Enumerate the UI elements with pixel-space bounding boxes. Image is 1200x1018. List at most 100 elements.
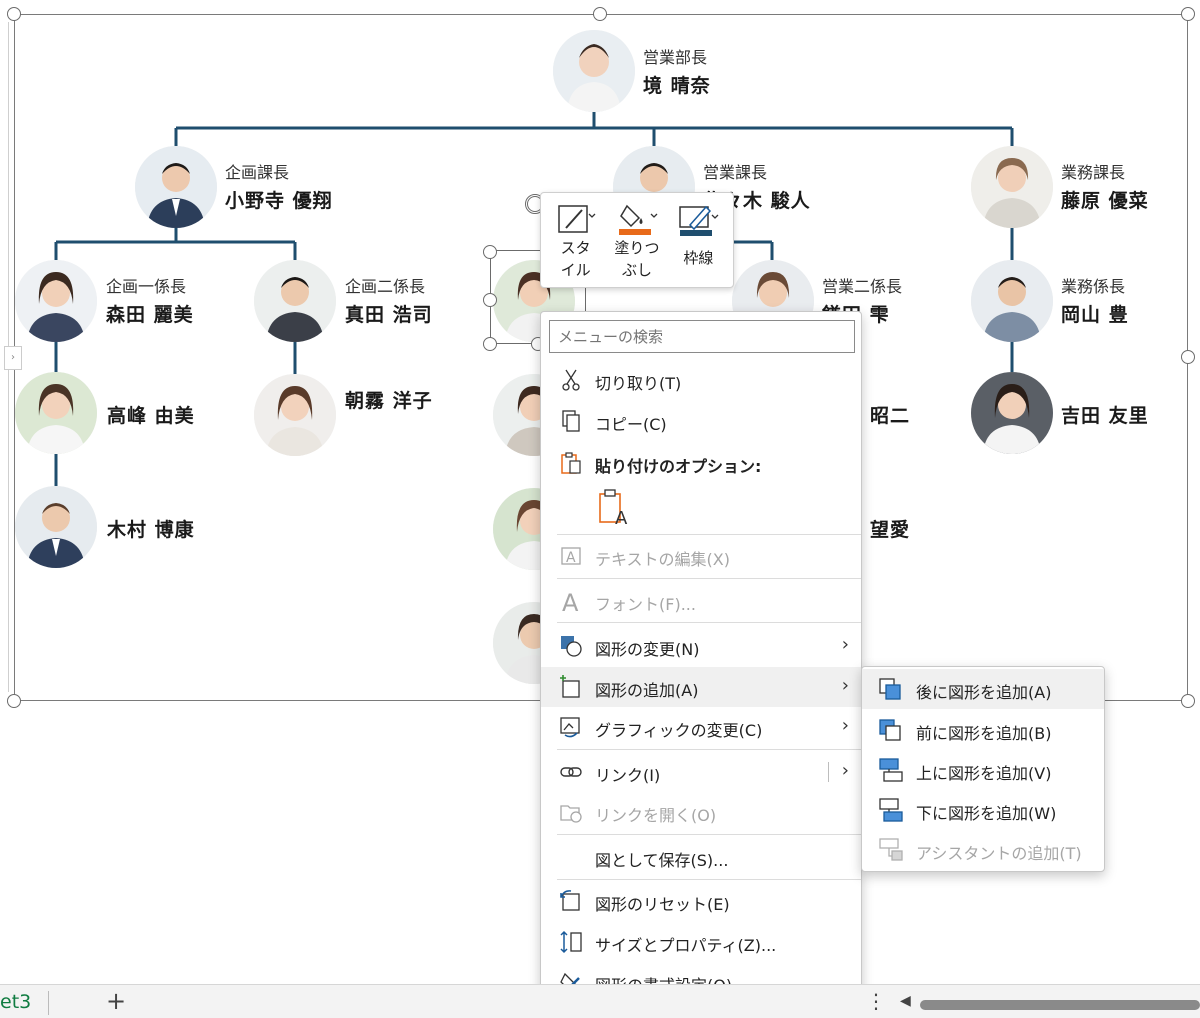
copy-icon — [559, 409, 583, 433]
reset-icon — [559, 889, 583, 913]
tab-divider — [48, 991, 49, 1015]
style-button[interactable]: スタイル — [545, 199, 606, 281]
menu-item-label: 切り取り(T) — [595, 374, 682, 393]
fill-bucket-icon — [615, 199, 659, 237]
node-title: 営業部長 — [643, 48, 708, 67]
menu-item-open-link[interactable]: リンクを開く(O) — [541, 792, 861, 832]
avatar — [971, 146, 1053, 228]
avatar — [553, 30, 635, 112]
node-name: 真田 浩司 — [345, 304, 433, 326]
resize-handle[interactable] — [483, 293, 497, 307]
node-name: 小野寺 優翔 — [225, 190, 333, 212]
avatar — [15, 260, 97, 342]
node-name: 藤原 優菜 — [1061, 190, 1149, 212]
node-title: 企画二係長 — [345, 277, 426, 296]
horizontal-scrollbar[interactable] — [920, 1000, 1200, 1010]
menu-item-paste-options: 貼り付けのオプション: — [541, 443, 861, 483]
split-divider — [828, 762, 829, 782]
menu-item-cut[interactable]: 切り取り(T) — [541, 360, 861, 400]
add-below-icon — [878, 798, 904, 822]
menu-item-label: リンクを開く(O) — [595, 806, 717, 825]
add-sheet-button[interactable]: + — [106, 987, 126, 1015]
avatar — [15, 372, 97, 454]
org-node-staff[interactable] — [971, 260, 1053, 342]
text-pane-toggle[interactable]: › — [4, 346, 22, 370]
node-name: 吉田 友里 — [1061, 405, 1149, 427]
svg-text:A: A — [566, 550, 576, 566]
node-name: 昭二 — [870, 405, 911, 427]
node-name: 望愛 — [870, 519, 911, 541]
more-options-icon[interactable]: ⋮ — [866, 989, 886, 1013]
sheet-tab[interactable]: et3 — [0, 991, 31, 1013]
menu-item-copy[interactable]: コピー(C) — [541, 401, 861, 441]
open-link-icon — [559, 800, 583, 824]
menu-item-size-properties[interactable]: サイズとプロパティ(Z)... — [541, 922, 861, 962]
menu-search-input[interactable] — [549, 320, 855, 353]
submenu-item-label: 上に図形を追加(V) — [916, 764, 1052, 783]
change-shape-icon — [559, 634, 583, 658]
resize-handle[interactable] — [1181, 350, 1195, 364]
resize-handle[interactable] — [483, 337, 497, 351]
outline-button[interactable]: 枠線 — [668, 199, 729, 281]
menu-item-link[interactable]: リンク(I) › — [541, 752, 861, 792]
menu-item-save-as-picture[interactable]: 図として保存(S)... — [541, 837, 861, 877]
resize-handle[interactable] — [1181, 7, 1195, 21]
menu-separator — [557, 534, 861, 535]
menu-separator — [557, 622, 861, 623]
org-node-manager[interactable] — [971, 146, 1053, 228]
org-node-member[interactable] — [971, 372, 1053, 454]
menu-item-label: 図形の変更(N) — [595, 640, 700, 659]
font-icon: A — [559, 589, 583, 617]
resize-handle[interactable] — [483, 245, 497, 259]
outline-pen-icon — [676, 199, 720, 239]
org-node-staff[interactable] — [15, 260, 97, 342]
org-node-member[interactable] — [15, 486, 97, 568]
change-graphic-icon — [559, 715, 583, 739]
submenu-item-add-above[interactable]: 上に図形を追加(V) — [862, 750, 1104, 790]
menu-item-label: フォント(F)... — [595, 595, 696, 614]
menu-item-reset-shape[interactable]: 図形のリセット(E) — [541, 881, 861, 921]
submenu-item-add-below[interactable]: 下に図形を追加(W) — [862, 790, 1104, 830]
menu-separator — [557, 834, 861, 835]
mini-toolbar: スタイル 塗りつぶし 枠線 — [540, 192, 734, 288]
resize-handle[interactable] — [7, 694, 21, 708]
outline-label: 枠線 — [683, 249, 714, 267]
menu-item-add-shape[interactable]: 図形の追加(A) › — [541, 667, 861, 707]
add-shape-icon — [559, 675, 583, 699]
org-node-manager[interactable] — [135, 146, 217, 228]
add-assistant-icon — [878, 838, 904, 862]
resize-handle[interactable] — [593, 7, 607, 21]
submenu-item-label: アシスタントの追加(T) — [916, 844, 1082, 863]
submenu-item-add-assistant[interactable]: アシスタントの追加(T) — [862, 830, 1104, 870]
resize-handle[interactable] — [7, 7, 21, 21]
org-node-member[interactable] — [15, 372, 97, 454]
menu-item-label: 図として保存(S)... — [595, 851, 729, 870]
avatar — [135, 146, 217, 228]
menu-item-font[interactable]: A フォント(F)... — [541, 581, 861, 621]
avatar — [15, 486, 97, 568]
menu-item-change-shape[interactable]: 図形の変更(N) › — [541, 626, 861, 666]
node-name: 朝霧 洋子 — [345, 390, 433, 412]
sheet-tab-bar: et3 + ⋮ ◀ — [0, 984, 1200, 1018]
scroll-left-icon[interactable]: ◀ — [900, 993, 911, 1009]
clipboard-icon — [559, 451, 583, 475]
add-shape-submenu: 後に図形を追加(A) 前に図形を追加(B) 上に図形を追加(V) 下に図形を追加… — [861, 666, 1105, 872]
org-node-staff[interactable] — [254, 260, 336, 342]
menu-item-change-graphic[interactable]: グラフィックの変更(C) › — [541, 707, 861, 747]
menu-separator — [557, 578, 861, 579]
add-above-icon — [878, 758, 904, 782]
submenu-item-label: 前に図形を追加(B) — [916, 724, 1052, 743]
submenu-item-add-before[interactable]: 前に図形を追加(B) — [862, 710, 1104, 750]
menu-item-edit-text[interactable]: A テキストの編集(X) — [541, 536, 861, 576]
org-node-root[interactable] — [553, 30, 635, 112]
fill-button[interactable]: 塗りつぶし — [606, 199, 667, 281]
avatar — [254, 260, 336, 342]
style-label: スタイル — [560, 239, 591, 279]
paste-keep-text-icon[interactable]: A — [597, 488, 631, 529]
node-name: 岡山 豊 — [1061, 304, 1129, 326]
org-node-member[interactable] — [254, 374, 336, 456]
submenu-arrow-icon[interactable]: › — [842, 760, 849, 781]
submenu-item-add-after[interactable]: 後に図形を追加(A) — [862, 669, 1104, 709]
resize-handle[interactable] — [1181, 694, 1195, 708]
menu-separator — [557, 879, 861, 880]
